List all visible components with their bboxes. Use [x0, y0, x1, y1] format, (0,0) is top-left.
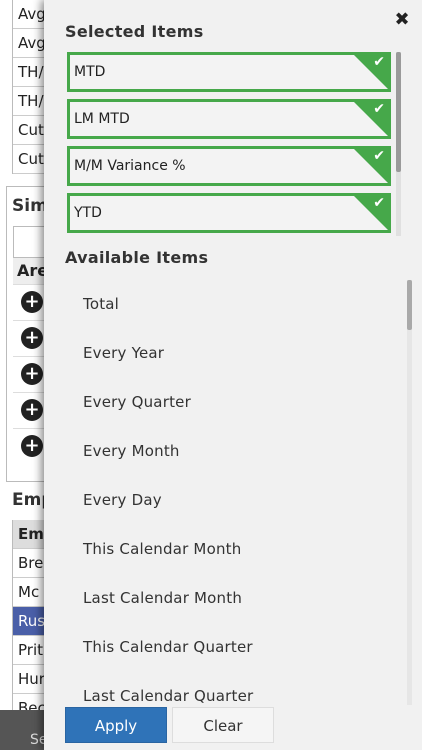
- check-icon: ✔: [373, 148, 385, 164]
- selected-item-label: MTD: [74, 64, 106, 80]
- selected-item[interactable]: MTD ✔: [67, 52, 391, 92]
- available-item[interactable]: This Calendar Month: [67, 525, 403, 574]
- check-icon: ✔: [373, 101, 385, 117]
- available-item[interactable]: Last Calendar Month: [67, 574, 403, 623]
- available-item[interactable]: Every Year: [67, 329, 403, 378]
- clear-button[interactable]: Clear: [172, 707, 274, 743]
- apply-button[interactable]: Apply: [65, 707, 167, 743]
- available-items-list: Total Every Year Every Quarter Every Mon…: [67, 280, 403, 705]
- item-selector-panel: ✖ Selected Items MTD ✔ LM MTD ✔ M/M Vari…: [44, 0, 422, 750]
- selected-item[interactable]: YTD ✔: [67, 193, 391, 233]
- available-item[interactable]: Last Calendar Quarter: [67, 672, 403, 705]
- selected-item-label: YTD: [74, 205, 102, 221]
- available-item[interactable]: Every Day: [67, 476, 403, 525]
- available-items-title: Available Items: [65, 248, 209, 267]
- selected-items-list: MTD ✔ LM MTD ✔ M/M Variance % ✔ YTD ✔: [67, 52, 397, 236]
- available-item[interactable]: Total: [67, 280, 403, 329]
- check-corner: [351, 52, 391, 92]
- scrollbar-thumb[interactable]: [407, 280, 412, 330]
- close-icon[interactable]: ✖: [392, 10, 412, 30]
- selected-item-label: M/M Variance %: [74, 158, 186, 174]
- check-icon: ✔: [373, 54, 385, 70]
- available-item[interactable]: Every Quarter: [67, 378, 403, 427]
- selected-item[interactable]: M/M Variance % ✔: [67, 146, 391, 186]
- available-items-scrollbar[interactable]: [407, 280, 412, 705]
- scrollbar-thumb[interactable]: [396, 52, 401, 172]
- available-item[interactable]: Every Month: [67, 427, 403, 476]
- selected-items-title: Selected Items: [65, 22, 204, 41]
- check-icon: ✔: [373, 195, 385, 211]
- check-corner: [351, 146, 391, 186]
- check-corner: [351, 99, 391, 139]
- selected-items-scrollbar[interactable]: [396, 52, 401, 236]
- selected-item[interactable]: LM MTD ✔: [67, 99, 391, 139]
- check-corner: [351, 193, 391, 233]
- available-item[interactable]: This Calendar Quarter: [67, 623, 403, 672]
- selected-item-label: LM MTD: [74, 111, 130, 127]
